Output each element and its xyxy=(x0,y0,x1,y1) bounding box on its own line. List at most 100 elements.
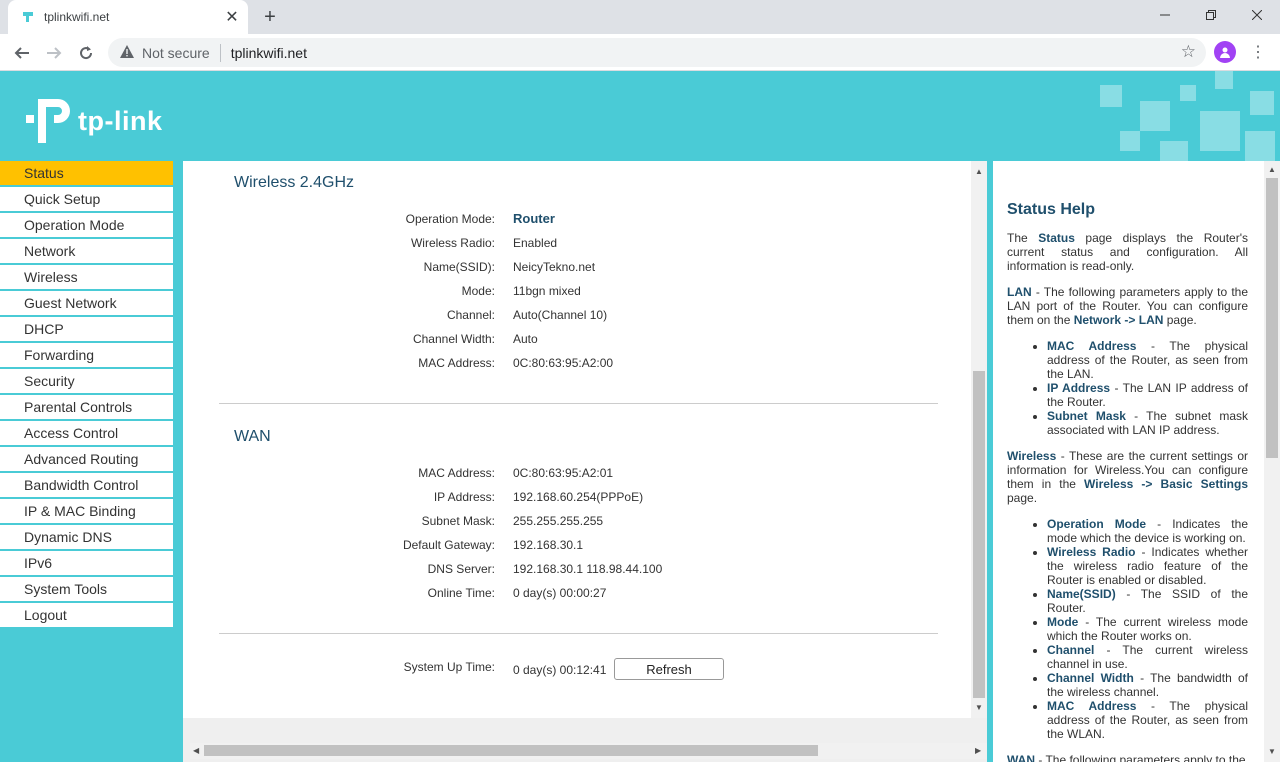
tplink-favicon-icon xyxy=(23,12,33,22)
sidebar-item-advanced-routing[interactable]: Advanced Routing xyxy=(0,447,173,471)
sidebar-item-operation-mode[interactable]: Operation Mode xyxy=(0,213,173,237)
address-separator xyxy=(219,43,221,62)
scroll-up-arrow-icon[interactable]: ▲ xyxy=(975,167,983,176)
content-horizontal-scrollbar[interactable]: ◀ ▶ xyxy=(190,743,987,759)
wan-row-label: Default Gateway: xyxy=(402,538,495,552)
help-wireless-list: Operation Mode - Indicates the mode whic… xyxy=(1007,517,1248,741)
sidebar-item-access-control[interactable]: Access Control xyxy=(0,421,173,445)
browser-toolbar: Not secure tplinkwifi.net ☆ ⋮ xyxy=(0,34,1280,71)
bookmark-star-icon[interactable]: ☆ xyxy=(1181,42,1196,62)
content-vertical-scrollbar[interactable]: ▲ ▼ xyxy=(971,161,987,718)
help-list-item: Subnet Mask - The subnet mask associated… xyxy=(1047,409,1248,437)
help-lan-list: MAC Address - The physical address of th… xyxy=(1007,339,1248,437)
help-scroll-down-arrow-icon[interactable]: ▼ xyxy=(1268,747,1276,756)
wireless-row-value: Auto xyxy=(513,332,538,346)
help-scroll-up-arrow-icon[interactable]: ▲ xyxy=(1268,165,1276,174)
tplink-logo: tp-link xyxy=(24,97,163,145)
sidebar-menu: Status Quick Setup Operation Mode Networ… xyxy=(0,161,183,762)
banner-decoration xyxy=(1245,131,1275,161)
sidebar-item-network[interactable]: Network xyxy=(0,239,173,263)
wan-row-value: 192.168.30.1 118.98.44.100 xyxy=(513,562,663,576)
sidebar-item-ipv6[interactable]: IPv6 xyxy=(0,551,173,575)
sidebar-item-guest-network[interactable]: Guest Network xyxy=(0,291,173,315)
status-help-panel: Status Help The Status page displays the… xyxy=(993,161,1264,762)
sidebar-item-dynamic-dns[interactable]: Dynamic DNS xyxy=(0,525,173,549)
wireless-row-label: Operation Mode: xyxy=(405,212,495,226)
browser-tab-bar: tplinkwifi.net ✕ + xyxy=(0,0,1280,34)
warning-icon[interactable] xyxy=(120,44,134,61)
help-list-item: Name(SSID) - The SSID of the Router. xyxy=(1047,587,1248,615)
wireless-row-label: MAC Address: xyxy=(418,356,495,370)
banner-decoration xyxy=(1250,91,1274,115)
new-tab-button[interactable]: + xyxy=(258,5,282,29)
help-scroll-thumb[interactable] xyxy=(1266,178,1278,458)
banner-decoration xyxy=(1160,141,1188,161)
restore-icon[interactable] xyxy=(1188,0,1234,30)
router-banner: tp-link xyxy=(0,71,1280,161)
sidebar-item-wireless[interactable]: Wireless xyxy=(0,265,173,289)
sidebar-item-forwarding[interactable]: Forwarding xyxy=(0,343,173,367)
browser-menu-icon[interactable]: ⋮ xyxy=(1250,40,1266,64)
browser-tab[interactable]: tplinkwifi.net ✕ xyxy=(8,0,248,34)
wireless-row-value: Router xyxy=(513,211,555,226)
wireless-row-value: Auto(Channel 10) xyxy=(513,308,608,322)
url-text[interactable]: tplinkwifi.net xyxy=(231,45,307,61)
scroll-down-arrow-icon[interactable]: ▼ xyxy=(975,703,983,712)
wireless-row-label: Name(SSID): xyxy=(423,260,495,274)
wireless-row-value: NeicyTekno.net xyxy=(513,260,596,274)
help-list-item: MAC Address - The physical address of th… xyxy=(1047,339,1248,381)
close-window-icon[interactable] xyxy=(1234,0,1280,30)
help-list-item: Operation Mode - Indicates the mode whic… xyxy=(1047,517,1248,545)
sidebar-item-logout[interactable]: Logout xyxy=(0,603,173,627)
uptime-value: 0 day(s) 00:12:41 xyxy=(513,663,607,677)
wan-row-label: Online Time: xyxy=(427,586,495,600)
wan-row-label: DNS Server: xyxy=(427,562,495,576)
sidebar-item-parental-controls[interactable]: Parental Controls xyxy=(0,395,173,419)
wan-row-value: 0 day(s) 00:00:27 xyxy=(513,586,607,600)
wan-row-value: 255.255.255.255 xyxy=(513,514,604,528)
wan-row-value: 192.168.30.1 xyxy=(513,538,584,552)
sidebar-item-bandwidth-control[interactable]: Bandwidth Control xyxy=(0,473,173,497)
scroll-left-arrow-icon[interactable]: ◀ xyxy=(193,746,199,755)
security-label[interactable]: Not secure xyxy=(142,45,210,61)
scroll-right-arrow-icon[interactable]: ▶ xyxy=(975,746,981,755)
help-wan-paragraph: WAN - The following parameters apply to … xyxy=(1007,753,1246,762)
horizontal-scroll-thumb[interactable] xyxy=(204,745,818,756)
wan-row-value: 0C:80:63:95:A2:01 xyxy=(513,466,614,480)
banner-decoration xyxy=(1215,71,1233,89)
uptime-label: System Up Time: xyxy=(403,660,495,674)
help-list-item: Channel - The current wireless channel i… xyxy=(1047,643,1248,671)
back-icon[interactable] xyxy=(8,39,36,67)
profile-avatar[interactable] xyxy=(1214,41,1236,63)
minimize-icon[interactable] xyxy=(1142,0,1188,30)
sidebar-item-dhcp[interactable]: DHCP xyxy=(0,317,173,341)
reload-icon[interactable] xyxy=(72,39,100,67)
sidebar-item-ip-mac-binding[interactable]: IP & MAC Binding xyxy=(0,499,173,523)
wan-row-label: MAC Address: xyxy=(418,466,495,480)
tab-close-icon[interactable]: ✕ xyxy=(220,5,244,29)
tplink-logo-icon xyxy=(26,99,70,143)
content-scroll-thumb[interactable] xyxy=(973,371,985,698)
wan-row-label: IP Address: xyxy=(433,490,495,504)
section-divider xyxy=(219,403,938,404)
wireless-row-value: 0C:80:63:95:A2:00 xyxy=(513,356,614,370)
forward-icon[interactable] xyxy=(40,39,68,67)
wireless-row-label: Mode: xyxy=(461,284,495,298)
wireless-section-title: Wireless 2.4GHz xyxy=(234,174,355,191)
wireless-row-label: Channel Width: xyxy=(412,332,495,346)
help-list-item: Wireless Radio - Indicates whether the w… xyxy=(1047,545,1248,587)
refresh-button[interactable]: Refresh xyxy=(614,658,724,680)
sidebar-item-security[interactable]: Security xyxy=(0,369,173,393)
banner-decoration xyxy=(1200,111,1240,151)
help-vertical-scrollbar[interactable]: ▲ ▼ xyxy=(1264,161,1280,762)
sidebar-item-system-tools[interactable]: System Tools xyxy=(0,577,173,601)
section-divider xyxy=(219,633,938,634)
wireless-row-value: 11bgn mixed xyxy=(513,284,581,298)
sidebar-item-status[interactable]: Status xyxy=(0,161,173,185)
help-lan-paragraph: LAN - The following parameters apply to … xyxy=(1007,285,1248,327)
help-intro: The Status page displays the Router's cu… xyxy=(1007,231,1249,273)
help-list-item: IP Address - The LAN IP address of the R… xyxy=(1047,381,1248,409)
sidebar-item-quick-setup[interactable]: Quick Setup xyxy=(0,187,173,211)
logo-text: tp-link xyxy=(78,105,163,136)
address-bar[interactable]: Not secure tplinkwifi.net ☆ xyxy=(108,38,1206,67)
